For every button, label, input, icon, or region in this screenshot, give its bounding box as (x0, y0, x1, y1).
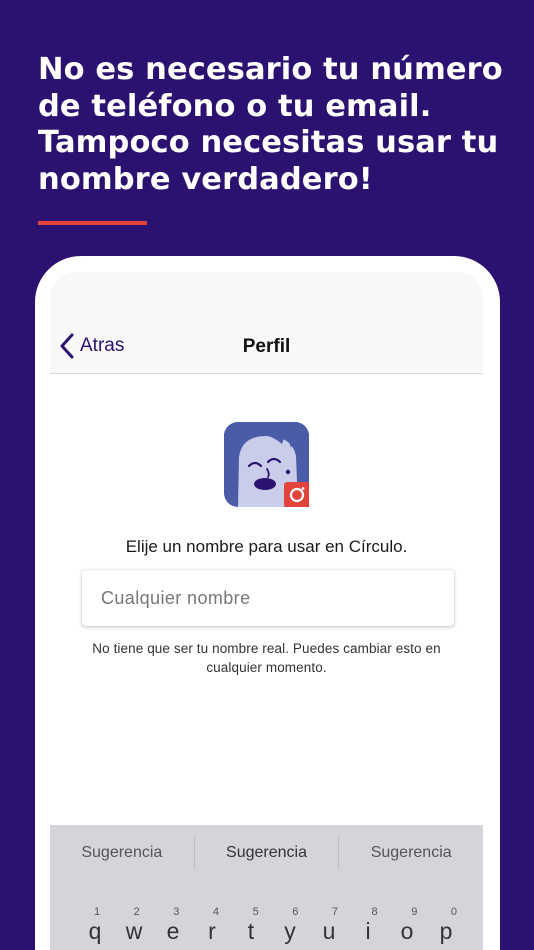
key-number-hint: 3 (173, 906, 180, 918)
suggestion-bar: Sugerencia Sugerencia Sugerencia (50, 825, 483, 881)
key-number-hint: 5 (252, 906, 259, 918)
key-number-hint: 1 (93, 906, 101, 918)
key-w[interactable]: w (119, 918, 149, 945)
accent-underline (38, 221, 147, 225)
navigation-bar: Atras Perfil (50, 272, 483, 374)
key-y[interactable]: y (275, 918, 305, 945)
name-input[interactable] (82, 570, 454, 626)
headline-line: de teléfono o tu email. (38, 88, 432, 124)
headline: No es necesario tu número de teléfono o … (38, 52, 508, 198)
key-row: q w e r t y u i o p (50, 918, 483, 945)
key-number-hint: 2 (133, 906, 140, 918)
headline-line: nombre verdadero! (38, 161, 373, 197)
phone-screen: Atras Perfil Elije un nombre para usar e… (50, 272, 483, 950)
keyboard: 1 2 3 4 5 6 7 8 9 0 q w e r t y u i o p (50, 881, 483, 950)
key-o[interactable]: o (392, 918, 422, 945)
key-i[interactable]: i (353, 918, 383, 945)
key-p[interactable]: p (431, 918, 461, 945)
suggestion-item[interactable]: Sugerencia (195, 844, 339, 862)
name-prompt: Elije un nombre para usar en Círculo. (125, 537, 408, 556)
key-e[interactable]: e (158, 918, 188, 945)
key-u[interactable]: u (314, 918, 344, 945)
key-number-hint: 7 (331, 906, 338, 918)
key-number-hint: 0 (450, 906, 457, 918)
avatar-button[interactable] (224, 422, 310, 508)
key-number-hint: 4 (212, 906, 220, 918)
key-r[interactable]: r (197, 918, 227, 945)
key-t[interactable]: t (236, 918, 266, 945)
key-number-hints: 1 2 3 4 5 6 7 8 9 0 (50, 906, 483, 918)
name-hint: No tiene que ser tu nombre real. Puedes … (92, 641, 441, 675)
headline-line: Tampoco necesitas usar tu (38, 125, 499, 160)
headline-line: No es necesario tu número (38, 52, 503, 87)
face-avatar-icon (224, 422, 310, 508)
suggestion-item[interactable]: Sugerencia (339, 844, 483, 862)
key-number-hint: 9 (411, 906, 418, 918)
suggestion-item[interactable]: Sugerencia (50, 844, 194, 862)
key-number-hint: 8 (371, 906, 378, 918)
name-field[interactable] (82, 570, 454, 626)
page-title: Perfil (242, 336, 291, 357)
key-number-hint: 6 (292, 906, 299, 918)
key-q[interactable]: q (80, 918, 110, 945)
